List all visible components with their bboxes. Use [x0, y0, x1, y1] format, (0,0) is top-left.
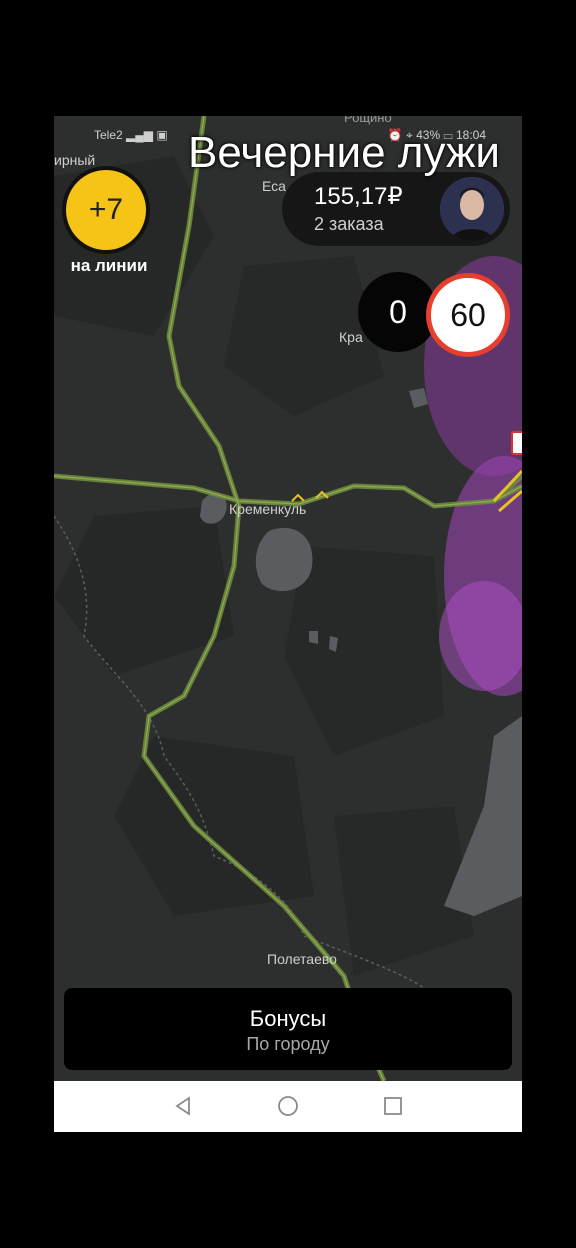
- earnings-pill[interactable]: 155,17₽ 2 заказа: [282, 172, 510, 246]
- activity-badge[interactable]: +7: [66, 170, 146, 250]
- recent-apps-icon[interactable]: [382, 1095, 404, 1117]
- avatar-image: [440, 177, 504, 241]
- nfc-icon: ▣: [156, 128, 168, 142]
- video-overlay-title: Вечерние лужи: [188, 128, 500, 177]
- bonuses-title: Бонусы: [249, 1006, 327, 1031]
- signal-icon: ▂▄▆: [126, 128, 153, 142]
- home-icon[interactable]: [277, 1095, 299, 1117]
- map-place-top: Рощино: [344, 116, 392, 125]
- map-place-label: Кра: [339, 329, 363, 345]
- activity-value: +7: [88, 193, 124, 226]
- map-place-label: Еса: [262, 178, 286, 194]
- speed-limit-sign: 60: [426, 273, 510, 357]
- phone-screen: Рощино Tele2 ▂▄▆ ▣ ⏰ ⌖ 43% ▭ 18:04 ирный…: [54, 116, 522, 1132]
- bonuses-panel[interactable]: Бонусы По городу: [64, 988, 512, 1070]
- earnings-amount: 155,17₽: [314, 183, 403, 210]
- activity-label: на линии: [70, 256, 148, 275]
- map-place-poletaevo: Полетаево: [267, 951, 337, 967]
- back-icon[interactable]: [172, 1095, 194, 1117]
- navigation-bar: [54, 1081, 522, 1132]
- map-place-kremenkul: Кременкуль: [229, 501, 307, 517]
- map-place-label: ирный: [54, 152, 96, 168]
- avatar[interactable]: [440, 177, 504, 241]
- bonuses-subtitle: По городу: [246, 1034, 330, 1054]
- carrier-label: Tele2 ▂▄▆ ▣: [94, 128, 168, 142]
- orders-count: 2 заказа: [314, 214, 384, 234]
